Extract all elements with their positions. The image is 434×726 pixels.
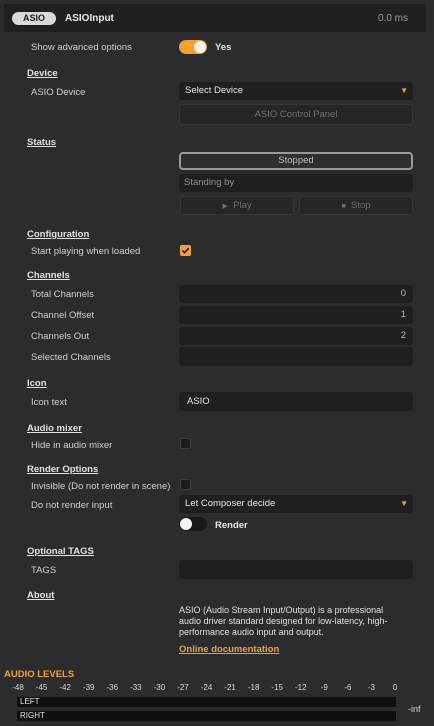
invisible-checkbox[interactable] [180,479,191,490]
section-channels: Channels [27,270,70,281]
level-tick-label: -9 [320,683,328,692]
do-not-render-select[interactable]: Let Composer decide ▼ [179,495,413,513]
check-icon [181,247,190,254]
level-tick-label: -48 [12,683,24,692]
caret-down-icon: ▼ [400,499,408,508]
caret-down-icon: ▼ [400,86,408,95]
play-button[interactable]: ▶ Play [180,196,294,215]
section-optional-tags: Optional TAGS [27,546,94,557]
asio-device-value: Select Device [185,85,244,96]
do-not-render-value: Let Composer decide [185,498,276,509]
level-tick-label: -30 [153,683,166,692]
asio-device-label: ASIO Device [31,87,86,98]
title-bar: ASIO ASIOInput 0.0 ms [4,4,426,32]
section-audio-mixer: Audio mixer [27,423,82,434]
window-title: ASIOInput [65,13,114,24]
channels-out-label: Channels Out [31,331,90,342]
total-channels-label: Total Channels [31,289,94,300]
level-tick-label: -45 [35,683,48,692]
right-channel-label: RIGHT [20,711,45,720]
start-playing-checkbox[interactable] [180,245,191,256]
invisible-label: Invisible (Do not render in scene) [31,481,171,492]
level-tick-label: -18 [247,683,260,692]
tags-input[interactable] [179,560,413,579]
toggle-knob [180,518,192,530]
selected-channels-label: Selected Channels [31,352,111,363]
stop-icon: ■ [341,203,346,210]
do-not-render-label: Do not render input [31,500,113,511]
level-tick-label: -6 [344,683,352,692]
online-documentation-link[interactable]: Online documentation [179,644,279,655]
left-channel-label: LEFT [20,697,40,706]
advanced-options-value: Yes [215,42,232,53]
right-level-meter: RIGHT [17,711,396,721]
stop-label: Stop [350,200,371,211]
render-toggle-label: Render [215,520,248,531]
section-status: Status [27,137,57,148]
section-about: About [27,590,55,601]
start-playing-label: Start playing when loaded [31,246,141,257]
play-label: Play [233,200,252,211]
section-device: Device [27,68,58,79]
level-tick-label: -3 [367,683,375,692]
channel-offset-field[interactable]: 1 [179,306,413,324]
level-readout: -inf [408,704,421,714]
asio-badge[interactable]: ASIO [12,12,56,25]
status-message: Standing by [179,174,413,192]
level-tick-label: -39 [82,683,95,692]
left-level-meter: LEFT [17,697,396,707]
section-render-options: Render Options [27,464,99,475]
level-tick-label: 0 [392,683,398,692]
level-tick-label: -21 [224,683,236,692]
tags-label: TAGS [31,565,57,576]
about-line: performance audio input and output. [179,627,324,637]
icon-text-label: Icon text [31,397,67,408]
level-tick-label: -33 [130,683,142,692]
level-tick-label: -27 [177,683,189,692]
selected-channels-field[interactable] [179,347,413,366]
icon-text-input[interactable]: ASIO [179,392,413,411]
play-icon: ▶ [222,203,228,210]
about-description: ASIO (Audio Stream Input/Output) is a pr… [179,605,387,638]
hide-in-mixer-label: Hide in audio mixer [31,440,113,451]
stop-button[interactable]: ■ Stop [299,196,413,215]
asio-control-panel-button[interactable]: ASIO Control Panel [179,104,413,125]
level-tick-label: -24 [200,683,213,692]
latency-readout: 0.0 ms [377,13,408,24]
about-line: ASIO (Audio Stream Input/Output) is a pr… [179,605,384,615]
level-tick-label: -36 [106,683,119,692]
toggle-knob [194,41,206,53]
about-line: audio driver standard designed for low-l… [179,616,388,626]
audio-levels-title: AUDIO LEVELS [4,669,75,680]
total-channels-field[interactable]: 0 [179,285,413,303]
section-configuration: Configuration [27,229,90,240]
advanced-options-label: Show advanced options [31,42,132,53]
asio-device-select[interactable]: Select Device ▼ [179,82,413,100]
advanced-options-toggle[interactable] [179,40,207,54]
render-toggle[interactable] [179,517,207,531]
status-indicator: Stopped [179,152,413,170]
level-tick-label: -15 [271,683,283,692]
level-tick-label: -12 [294,683,307,692]
hide-in-mixer-checkbox[interactable] [180,438,191,449]
channel-offset-label: Channel Offset [31,310,95,321]
level-tick-label: -42 [59,683,71,692]
section-icon: Icon [27,378,47,389]
channels-out-field[interactable]: 2 [179,327,413,345]
